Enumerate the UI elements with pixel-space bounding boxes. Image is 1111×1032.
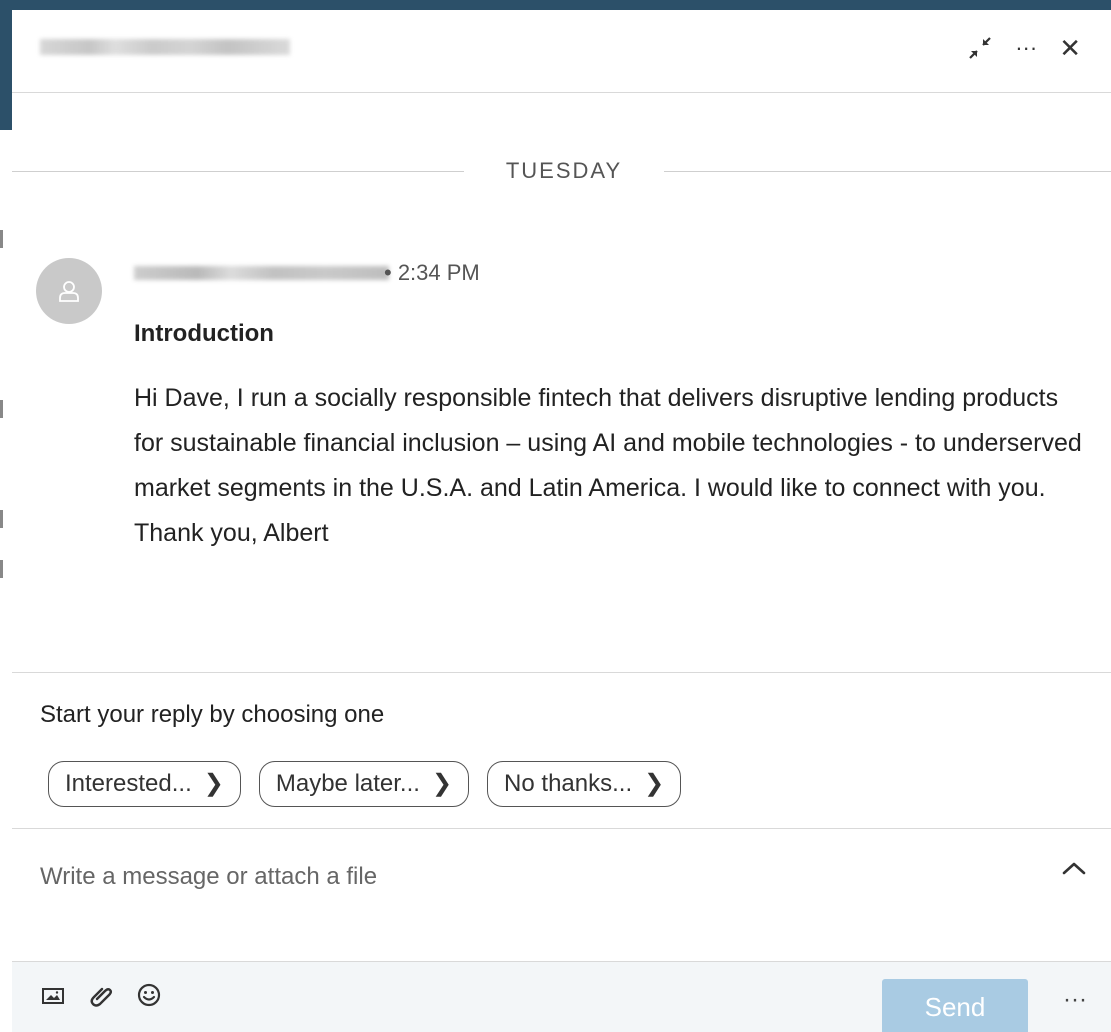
- attachment-actions: [40, 982, 162, 1013]
- send-button[interactable]: Send: [882, 979, 1028, 1032]
- quick-reply-label: Maybe later...: [275, 770, 420, 797]
- message-body: Hi Dave, I run a socially responsible fi…: [134, 384, 1082, 547]
- avatar[interactable]: [36, 258, 102, 324]
- quick-reply-interested[interactable]: Interested... ❯: [48, 761, 241, 807]
- quick-reply-label: No thanks...: [504, 770, 633, 797]
- quick-replies: Start your reply by choosing one Interes…: [12, 672, 1111, 829]
- message-subject: Introduction: [134, 320, 274, 347]
- date-divider: TUESDAY: [12, 150, 1111, 194]
- paperclip-icon[interactable]: [88, 982, 114, 1013]
- message-timestamp: • 2:34 PM: [384, 260, 480, 285]
- chevron-right-icon: ❯: [203, 770, 224, 797]
- person-icon: [59, 281, 79, 302]
- quick-reply-maybe-later[interactable]: Maybe later... ❯: [258, 761, 470, 807]
- image-icon[interactable]: [40, 982, 66, 1013]
- more-options-icon[interactable]: ···: [1015, 28, 1037, 68]
- minimize-icon[interactable]: [967, 35, 993, 61]
- chevron-right-icon: ❯: [431, 770, 453, 797]
- compose-area: [12, 828, 1111, 961]
- quick-reply-prompt: Start your reply by choosing one: [40, 701, 385, 728]
- quick-reply-options: Interested... ❯ Maybe later... ❯ No than…: [48, 761, 682, 807]
- quick-reply-no-thanks[interactable]: No thanks... ❯: [487, 761, 682, 807]
- chevron-right-icon: ❯: [644, 770, 665, 797]
- chevron-up-icon[interactable]: [1061, 860, 1087, 881]
- emoji-icon[interactable]: [136, 982, 162, 1013]
- date-divider-label: TUESDAY: [505, 158, 623, 183]
- recipient-name-redacted: [40, 39, 290, 55]
- background-page-edge: [0, 0, 12, 1032]
- quick-reply-label: Interested...: [65, 770, 192, 797]
- conversation-header: ··· ✕: [12, 10, 1111, 93]
- close-icon[interactable]: ✕: [1059, 28, 1081, 68]
- sender-name-redacted[interactable]: [134, 266, 389, 280]
- message-window: ··· ✕ TUESDAY • 2:34 PM Introduction Hi …: [12, 10, 1111, 1032]
- more-compose-options-icon[interactable]: ···: [1063, 986, 1087, 1014]
- compose-toolbar: Send ···: [12, 961, 1111, 1032]
- header-actions: ··· ✕: [967, 28, 1081, 68]
- message-input[interactable]: [38, 856, 1022, 898]
- background-page: [0, 0, 1111, 10]
